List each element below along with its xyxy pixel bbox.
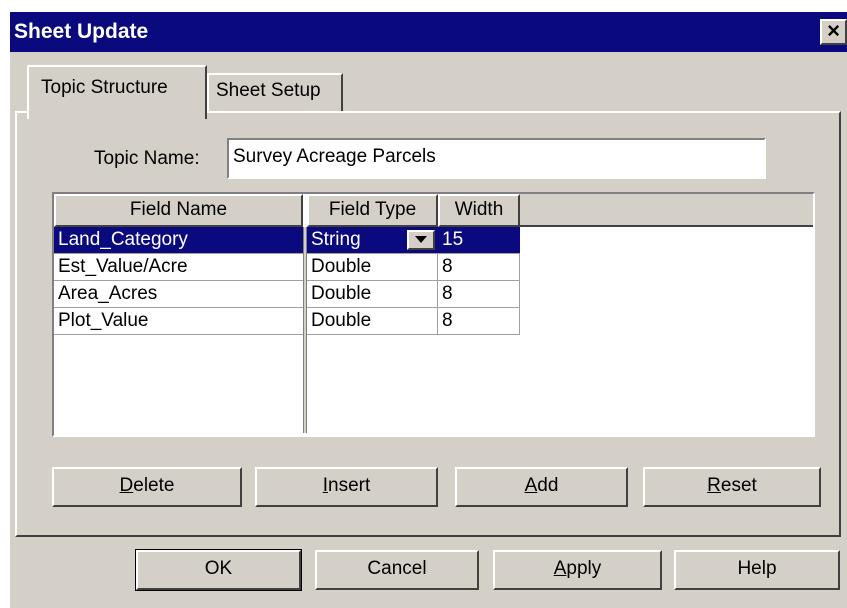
field-name-header[interactable]: Field Name [54,194,303,227]
tab-topic-structure-label: Topic Structure [41,77,168,98]
help-button[interactable]: Help [674,550,840,590]
add-button[interactable]: Add [455,467,628,507]
field-type-value: String [311,229,361,250]
add-button-label: dd [537,475,559,496]
chevron-down-icon[interactable] [407,230,435,250]
header-filler [520,194,813,227]
width-cell[interactable]: 8 [438,254,520,281]
field-name-row[interactable]: Land_Category [54,227,303,254]
insert-button[interactable]: Insert [255,467,438,507]
field-name-row[interactable]: Est_Value/Acre [54,254,303,281]
topic-name-label: Topic Name: [94,148,200,169]
delete-button-label: elete [133,475,175,496]
tab-sheet-setup-label: Sheet Setup [216,80,321,101]
reset-button-label: eset [720,475,757,496]
field-type-cell[interactable]: String [307,227,438,254]
field-name-row[interactable]: Area_Acres [54,281,303,308]
ok-button[interactable]: OK [135,549,302,591]
tab-topic-structure[interactable]: Topic Structure [27,65,207,119]
topic-structure-panel: Topic Name: Survey Acreage Parcels Field… [15,111,841,537]
apply-button-label: pply [566,558,602,579]
cancel-button[interactable]: Cancel [315,550,479,590]
field-grid: Field Name Field Type Width Land_Categor… [52,192,815,437]
field-type-cell[interactable]: Double [307,281,438,308]
tab-sheet-setup[interactable]: Sheet Setup [207,73,343,113]
delete-button[interactable]: Delete [52,467,242,507]
width-header[interactable]: Width [438,194,520,227]
width-cell[interactable]: 15 [438,227,520,254]
insert-button-label: nsert [328,475,371,496]
reset-button[interactable]: Reset [643,467,821,507]
apply-button[interactable]: Apply [493,550,662,590]
close-icon[interactable]: × [820,19,847,45]
field-type-cell[interactable]: Double [307,254,438,281]
sheet-update-dialog: Sheet Update × Topic Structure Sheet Set… [10,12,847,608]
field-name-row[interactable]: Plot_Value [54,308,303,335]
width-cell[interactable]: 8 [438,281,520,308]
topic-name-input[interactable]: Survey Acreage Parcels [227,138,766,179]
field-type-cell[interactable]: Double [307,308,438,335]
width-cell[interactable]: 8 [438,308,520,335]
field-type-header[interactable]: Field Type [307,194,438,227]
title-bar[interactable]: Sheet Update × [10,12,847,52]
window-title: Sheet Update [14,20,149,43]
